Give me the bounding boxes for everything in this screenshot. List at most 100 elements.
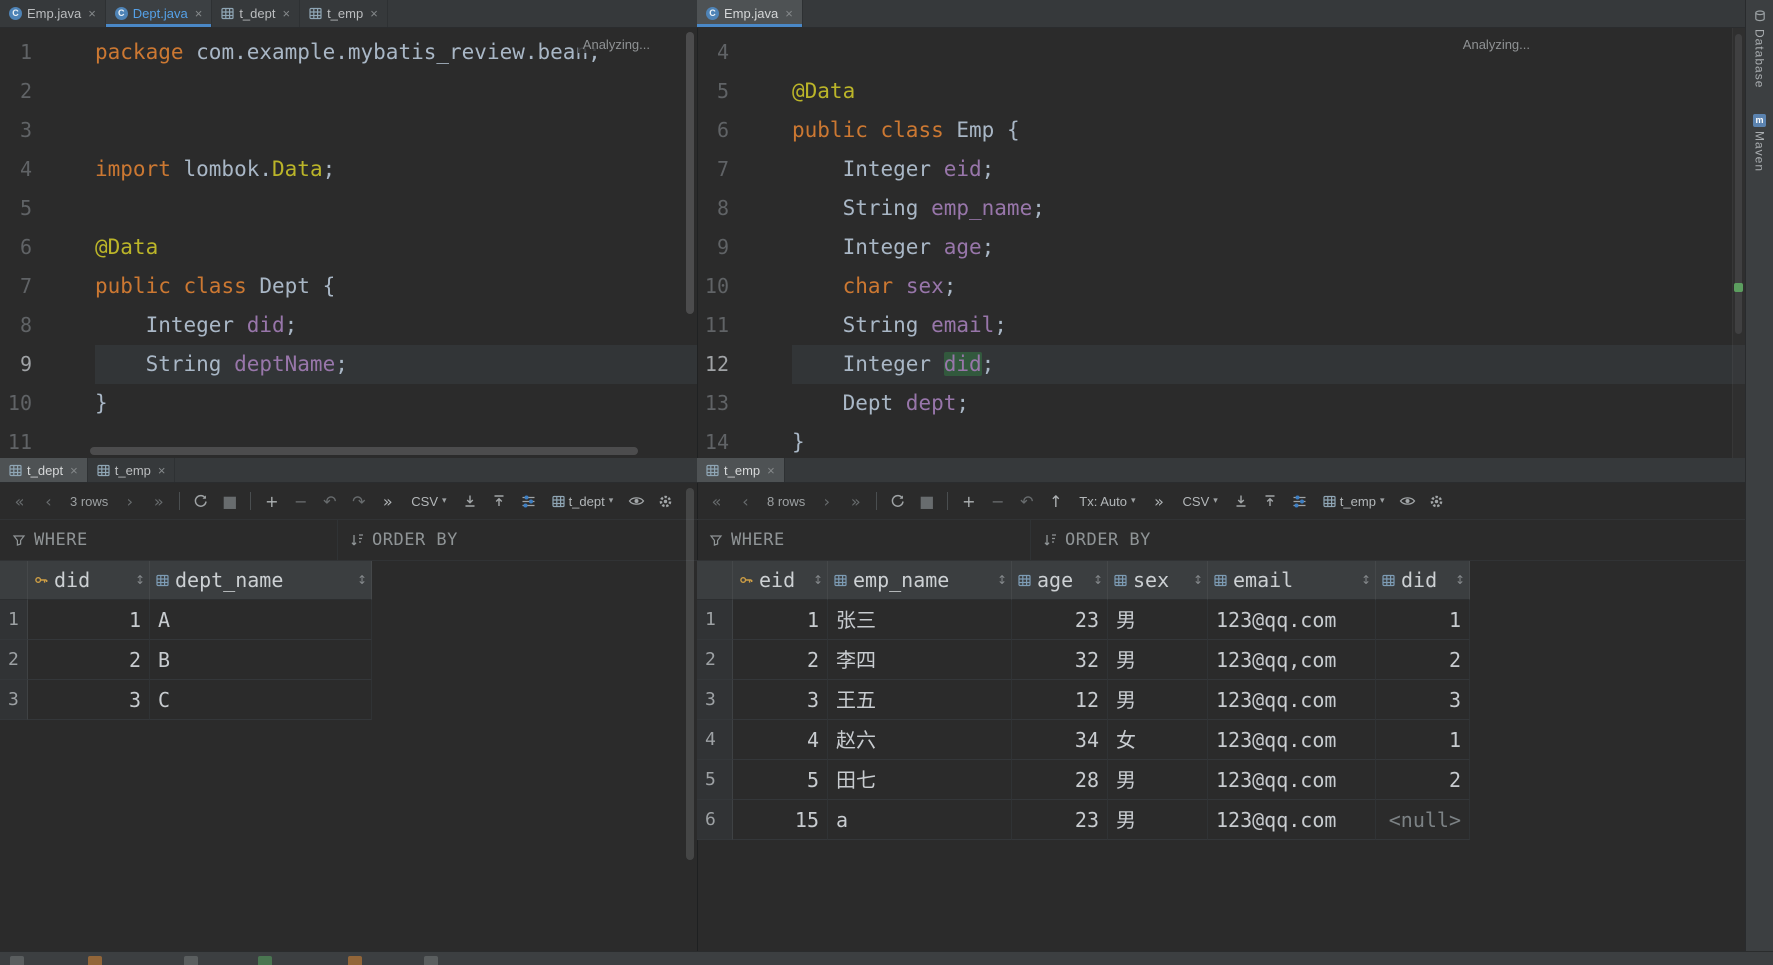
tab-t_emp[interactable]: t_emp × xyxy=(300,0,388,27)
cell-email[interactable]: 123@qq.com xyxy=(1208,720,1376,760)
cell-sex[interactable]: 男 xyxy=(1108,640,1208,680)
column-header-eid[interactable]: eid ↕ xyxy=(733,561,828,600)
cell-email[interactable]: 123@qq.com xyxy=(1208,600,1376,640)
add-row-icon[interactable]: + xyxy=(258,488,285,515)
cell-sex[interactable]: 男 xyxy=(1108,680,1208,720)
last-page-icon[interactable]: » xyxy=(145,488,172,515)
cell-eid[interactable]: 5 xyxy=(733,760,828,800)
export-format-dropdown[interactable]: CSV ▾ xyxy=(1183,494,1218,509)
view-options-icon[interactable] xyxy=(1394,495,1421,507)
import-data-icon[interactable] xyxy=(486,494,513,508)
where-clause[interactable]: WHERE xyxy=(0,520,337,560)
grid-scrollbar[interactable] xyxy=(686,488,694,860)
cell-eid[interactable]: 3 xyxy=(733,680,828,720)
sort-icon[interactable]: ↕ xyxy=(1455,573,1465,587)
rows-count[interactable]: 8 rows xyxy=(767,494,805,509)
previous-page-icon[interactable]: ‹ xyxy=(35,488,62,515)
cell-eid[interactable]: 1 xyxy=(733,600,828,640)
cell-did[interactable]: 1 xyxy=(1376,720,1470,760)
vertical-scrollbar[interactable] xyxy=(686,32,694,314)
tab-t_dept[interactable]: t_dept × xyxy=(212,0,301,27)
previous-page-icon[interactable]: ‹ xyxy=(732,488,759,515)
cell-sex[interactable]: 男 xyxy=(1108,600,1208,640)
cell-age[interactable]: 34 xyxy=(1012,720,1108,760)
cell-emp_name[interactable]: 李四 xyxy=(828,640,1012,680)
code-line[interactable]: Integer did; xyxy=(95,306,697,345)
tab-t_dept[interactable]: t_dept × xyxy=(0,458,88,482)
order-by-clause[interactable]: ORDER BY xyxy=(1030,520,1745,560)
tab-t_emp[interactable]: t_emp × xyxy=(88,458,176,482)
sort-icon[interactable]: ↕ xyxy=(1361,573,1371,587)
code-line[interactable]: } xyxy=(792,423,1745,458)
export-data-icon[interactable] xyxy=(1228,494,1255,508)
cell-emp_name[interactable]: 张三 xyxy=(828,600,1012,640)
code-line[interactable] xyxy=(95,72,697,111)
column-header-age[interactable]: age ↕ xyxy=(1012,561,1108,600)
last-page-icon[interactable]: » xyxy=(842,488,869,515)
data-extractor-icon[interactable] xyxy=(515,494,542,509)
close-icon[interactable]: × xyxy=(88,6,96,21)
stop-query-icon[interactable]: ■ xyxy=(216,488,243,515)
cell-sex[interactable]: 女 xyxy=(1108,720,1208,760)
export-data-icon[interactable] xyxy=(457,494,484,508)
column-header-sex[interactable]: sex ↕ xyxy=(1108,561,1208,600)
sort-icon[interactable]: ↕ xyxy=(997,573,1007,587)
close-icon[interactable]: × xyxy=(195,6,203,21)
editor-code-right[interactable]: @Data public class Emp { Integer eid; Str… xyxy=(785,28,1745,458)
cell-eid[interactable]: 4 xyxy=(733,720,828,760)
first-page-icon[interactable]: « xyxy=(703,488,730,515)
cell-did[interactable]: 2 xyxy=(1376,760,1470,800)
cell-did[interactable]: <null> xyxy=(1376,800,1470,840)
column-header-did[interactable]: did ↕ xyxy=(1376,561,1470,600)
code-line[interactable]: @Data xyxy=(95,228,697,267)
delete-row-icon[interactable]: − xyxy=(287,488,314,515)
tab-Dept.java[interactable]: C Dept.java × xyxy=(105,0,213,27)
add-row-icon[interactable]: + xyxy=(955,488,982,515)
cell-email[interactable]: 123@qq,com xyxy=(1208,640,1376,680)
export-format-dropdown[interactable]: CSV ▾ xyxy=(411,494,446,509)
undo-icon[interactable]: ↶ xyxy=(1013,488,1040,515)
next-page-icon[interactable]: › xyxy=(813,488,840,515)
cell-age[interactable]: 23 xyxy=(1012,600,1108,640)
column-header-email[interactable]: email ↕ xyxy=(1208,561,1376,600)
sort-icon[interactable]: ↕ xyxy=(135,573,145,587)
sort-icon[interactable]: ↕ xyxy=(1093,573,1103,587)
cell-email[interactable]: 123@qq.com xyxy=(1208,680,1376,720)
result-view-dropdown[interactable]: t_dept ▾ xyxy=(551,494,613,509)
cell-emp_name[interactable]: 赵六 xyxy=(828,720,1012,760)
code-line[interactable]: Integer did; xyxy=(792,345,1745,384)
code-line[interactable]: @Data xyxy=(792,72,1745,111)
commit-icon[interactable]: ↑ xyxy=(1042,488,1069,515)
editor-code-left[interactable]: package com.example.mybatis_review.bean;… xyxy=(88,28,697,458)
code-line[interactable]: } xyxy=(95,384,697,423)
column-header-did[interactable]: did ↕ xyxy=(28,561,150,600)
close-icon[interactable]: × xyxy=(767,463,775,478)
cell-emp_name[interactable]: 田七 xyxy=(828,760,1012,800)
view-options-icon[interactable] xyxy=(623,495,650,507)
editor-left[interactable]: 1 2 3 4 5 6 7 8 9 10 11 package com.example.mybati… xyxy=(0,28,697,458)
next-page-icon[interactable]: › xyxy=(116,488,143,515)
code-line[interactable] xyxy=(95,111,697,150)
cell-eid[interactable]: 15 xyxy=(733,800,828,840)
cell-dept_name[interactable]: C xyxy=(150,680,372,720)
tool-window-maven[interactable]: m Maven xyxy=(1753,110,1767,176)
sort-icon[interactable]: ↕ xyxy=(813,573,823,587)
close-icon[interactable]: × xyxy=(282,6,290,21)
tab-Emp.java[interactable]: C Emp.java × xyxy=(0,0,106,27)
cell-did[interactable]: 3 xyxy=(28,680,150,720)
cell-age[interactable]: 28 xyxy=(1012,760,1108,800)
result-view-dropdown[interactable]: t_emp ▾ xyxy=(1323,494,1384,509)
tab-t_emp[interactable]: t_emp × xyxy=(697,458,785,482)
cell-emp_name[interactable]: 王五 xyxy=(828,680,1012,720)
settings-icon[interactable] xyxy=(1423,494,1450,509)
code-line[interactable]: public class Emp { xyxy=(792,111,1745,150)
redo-icon[interactable]: ↷ xyxy=(345,488,372,515)
cell-did[interactable]: 3 xyxy=(1376,680,1470,720)
cell-emp_name[interactable]: a xyxy=(828,800,1012,840)
error-stripe-mark[interactable] xyxy=(1734,283,1743,292)
column-header-dept_name[interactable]: dept_name ↕ xyxy=(150,561,372,600)
sort-icon[interactable]: ↕ xyxy=(1193,573,1203,587)
rows-count[interactable]: 3 rows xyxy=(70,494,108,509)
cell-did[interactable]: 1 xyxy=(1376,600,1470,640)
code-line[interactable] xyxy=(792,33,1745,72)
